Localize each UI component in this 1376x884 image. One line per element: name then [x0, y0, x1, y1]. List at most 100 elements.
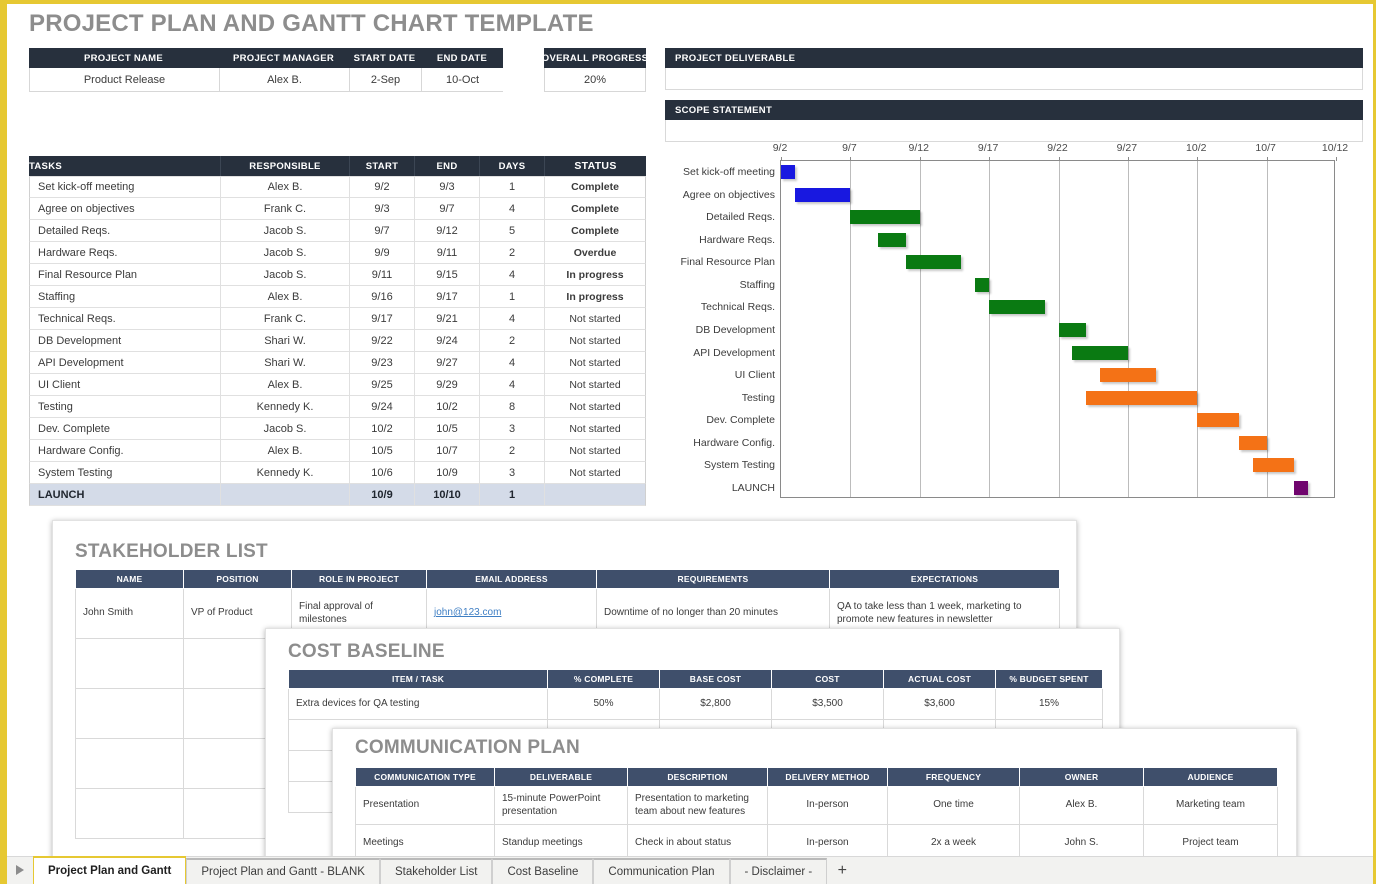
stakeholder-header-cell: ROLE IN PROJECT: [291, 569, 427, 589]
task-row[interactable]: Hardware Config. Alex B. 10/5 10/7 2 Not star…: [29, 440, 647, 462]
communication-row[interactable]: Meetings Standup meetings Check in about s…: [355, 824, 1278, 856]
task-cell-days: 3: [480, 418, 545, 440]
communication-cell: In-person: [767, 824, 888, 856]
task-row[interactable]: Dev. Complete Jacob S. 10/2 10/5 3 Not starte…: [29, 418, 647, 440]
gantt-bar[interactable]: [1058, 323, 1087, 337]
task-cell-status: Not started: [545, 418, 646, 440]
gantt-bar[interactable]: [989, 300, 1045, 315]
task-row[interactable]: UI Client Alex B. 9/25 9/29 4 Not started: [29, 374, 647, 396]
task-cell-status: Not started: [545, 440, 646, 462]
task-row[interactable]: LAUNCH 10/9 10/10 1: [29, 484, 647, 506]
communication-table: COMMUNICATION TYPE DELIVERABLE DESCRIPTION…: [355, 767, 1278, 856]
sheet-tab[interactable]: Project Plan and Gantt - BLANK: [186, 858, 380, 884]
info-value-project-manager[interactable]: Alex B.: [219, 68, 349, 92]
communication-cell: Marketing team: [1143, 786, 1278, 825]
task-cell-name: System Testing: [29, 462, 221, 484]
task-cell-days: 5: [480, 220, 545, 242]
task-row[interactable]: System Testing Kennedy K. 10/6 10/9 3 Not sta…: [29, 462, 647, 484]
task-row[interactable]: Technical Reqs. Frank C. 9/17 9/21 4 Not star…: [29, 308, 647, 330]
overall-progress-value[interactable]: 20%: [544, 68, 646, 92]
task-row[interactable]: Detailed Reqs. Jacob S. 9/7 9/12 5 Complete: [29, 220, 647, 242]
task-cell-days: 4: [480, 374, 545, 396]
gantt-bar[interactable]: [850, 210, 920, 225]
gantt-bar[interactable]: [1294, 480, 1309, 495]
task-cell-start: 9/17: [350, 308, 415, 330]
stakeholder-header-row: NAME POSITION ROLE IN PROJECT EMAIL ADDRESS…: [75, 569, 1060, 589]
gantt-bar[interactable]: [794, 187, 851, 202]
task-cell-start: 10/5: [350, 440, 415, 462]
gantt-row-label: Testing: [741, 391, 775, 404]
gantt-bar[interactable]: [1086, 390, 1198, 405]
info-value-project-name[interactable]: Product Release: [29, 68, 219, 92]
gantt-bar[interactable]: [1100, 368, 1156, 383]
task-cell-responsible: Alex B.: [221, 176, 350, 198]
sheet-nav-next-button[interactable]: [7, 856, 33, 884]
sheet-tab[interactable]: Project Plan and Gantt: [33, 856, 187, 884]
sheet-tab[interactable]: Stakeholder List: [379, 858, 493, 884]
task-cell-status: Not started: [545, 374, 646, 396]
communication-cell: Standup meetings: [494, 824, 628, 856]
task-table-header-row: TASKS RESPONSIBLE START END DAYS STATUS: [29, 156, 647, 176]
stakeholder-cell: John Smith: [75, 588, 184, 639]
task-cell-start: 9/7: [350, 220, 415, 242]
cost-header-cell: ACTUAL COST: [883, 669, 996, 689]
cost-row[interactable]: Extra devices for QA testing 50% $2,800 $3,…: [288, 688, 1103, 720]
task-cell-end: 9/3: [415, 176, 480, 198]
task-row[interactable]: Staffing Alex B. 9/16 9/17 1 In progress: [29, 286, 647, 308]
communication-cell: Meetings: [355, 824, 495, 856]
gantt-bar[interactable]: [1197, 413, 1239, 428]
gantt-bar[interactable]: [1252, 458, 1295, 473]
communication-row[interactable]: Presentation 15-minute PowerPoint present…: [355, 786, 1278, 825]
info-value-end-date[interactable]: 10-Oct: [421, 68, 503, 92]
info-header-start-date: START DATE: [349, 48, 421, 68]
triangle-right-icon: [16, 865, 24, 875]
sheet-tab[interactable]: - Disclaimer -: [729, 858, 828, 884]
task-row[interactable]: Final Resource Plan Jacob S. 9/11 9/15 4 In p…: [29, 264, 647, 286]
task-row[interactable]: API Development Shari W. 9/23 9/27 4 Not star…: [29, 352, 647, 374]
sheet-tab[interactable]: Communication Plan: [593, 858, 730, 884]
task-cell-start: 9/11: [350, 264, 415, 286]
task-row[interactable]: Set kick-off meeting Alex B. 9/2 9/3 1 Comple…: [29, 176, 647, 198]
task-cell-days: 4: [480, 264, 545, 286]
task-row[interactable]: Hardware Reqs. Jacob S. 9/9 9/11 2 Overdue: [29, 242, 647, 264]
info-value-start-date[interactable]: 2-Sep: [349, 68, 421, 92]
sheet-tab[interactable]: Cost Baseline: [492, 858, 594, 884]
task-cell-responsible: [221, 484, 350, 506]
gantt-bar[interactable]: [1072, 345, 1128, 360]
task-cell-name: Technical Reqs.: [29, 308, 221, 330]
gantt-bar[interactable]: [975, 277, 990, 292]
task-cell-start: 9/25: [350, 374, 415, 396]
gantt-axis-tick-label: 9/17: [977, 142, 999, 154]
gantt-axis-tick: [781, 157, 782, 161]
task-cell-responsible: Alex B.: [221, 374, 350, 396]
gantt-axis-tick: [989, 157, 991, 161]
project-deliverable-value[interactable]: [665, 68, 1363, 90]
task-cell-status: Complete: [545, 198, 646, 220]
task-row[interactable]: DB Development Shari W. 9/22 9/24 2 Not start…: [29, 330, 647, 352]
communication-header-cell: DELIVERABLE: [494, 767, 628, 787]
task-cell-name: Agree on objectives: [29, 198, 221, 220]
task-cell-start: 9/2: [350, 176, 415, 198]
communication-cell: John S.: [1019, 824, 1144, 856]
scope-statement-value[interactable]: [665, 120, 1363, 142]
gantt-axis-tick-label: 9/2: [772, 142, 788, 154]
communication-cell: Alex B.: [1019, 786, 1144, 825]
gantt-bar[interactable]: [905, 255, 962, 270]
cost-cell: $2,800: [659, 688, 772, 720]
gantt-bar[interactable]: [878, 232, 906, 247]
info-header-row: PROJECT NAME PROJECT MANAGER START DATE …: [29, 48, 503, 68]
communication-header-cell: COMMUNICATION TYPE: [355, 767, 495, 787]
email-link[interactable]: john@123.com: [434, 607, 501, 618]
gantt-row-label: Technical Reqs.: [700, 301, 775, 314]
task-header-status: STATUS: [545, 156, 646, 176]
gantt-axis-tick: [1197, 157, 1199, 161]
add-sheet-button[interactable]: +: [827, 858, 857, 884]
gantt-bar[interactable]: [781, 165, 795, 180]
stakeholder-cell: [75, 638, 184, 689]
communication-header-cell: AUDIENCE: [1143, 767, 1278, 787]
task-cell-responsible: Shari W.: [221, 330, 350, 352]
gantt-bar[interactable]: [1238, 435, 1267, 450]
task-row[interactable]: Agree on objectives Frank C. 9/3 9/7 4 Comple…: [29, 198, 647, 220]
task-row[interactable]: Testing Kennedy K. 9/24 10/2 8 Not started: [29, 396, 647, 418]
task-cell-end: 9/11: [415, 242, 480, 264]
